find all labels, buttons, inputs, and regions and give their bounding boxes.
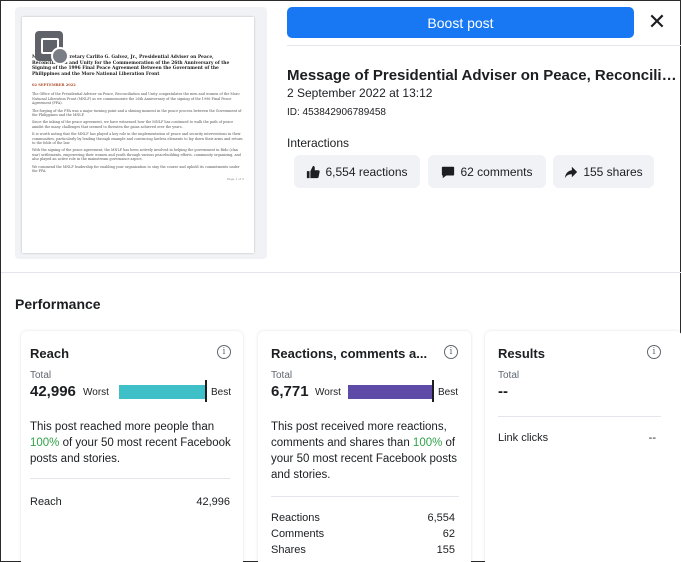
best-label: Best (211, 387, 232, 398)
reach-description: This post reached more people than 100% … (30, 421, 231, 465)
divider (287, 45, 681, 46)
rcs-total: 6,771 (271, 383, 309, 400)
rcs-description: This post received more reactions, comme… (271, 421, 458, 481)
document-paragraph: We commend the MNLF leadership for enabl… (32, 164, 240, 174)
boost-post-button[interactable]: Boost post (287, 7, 634, 38)
info-icon[interactable]: i (444, 345, 458, 359)
divider (30, 478, 230, 479)
share-arrow-icon (565, 166, 578, 178)
results-total: -- (498, 383, 508, 400)
divider (271, 496, 459, 497)
document-paragraph: Since the inking of the peace agreement,… (32, 120, 234, 129)
document-page-number: Page 1 of 2 (227, 177, 244, 182)
worst-label: Worst (83, 387, 109, 398)
section-divider (1, 272, 681, 273)
rcs-row-label: Comments (271, 528, 325, 540)
total-label: Total (498, 370, 520, 381)
reactions-chip[interactable]: 6,554 reactions (294, 155, 420, 188)
rcs-title: Reactions, comments a... (271, 346, 428, 361)
rcs-row-value: 62 (442, 528, 455, 540)
reactions-count: 6,554 reactions (325, 164, 408, 179)
post-thumbnail[interactable]: Message of Secretary Carlito G. Galvez, … (15, 7, 267, 259)
reach-card: Reach i Total 42,996 Worst Best This pos… (21, 331, 243, 562)
rcs-comparison-bar (348, 385, 432, 399)
results-card: Results i Total -- Link clicks -- (485, 331, 681, 562)
rcs-row-label: Shares (271, 544, 306, 556)
worst-label: Worst (315, 387, 341, 398)
image-gallery-icon (35, 31, 69, 65)
comments-count: 62 comments (460, 164, 533, 179)
reach-row-label: Reach (30, 496, 62, 508)
rcs-row-value: 6,554 (427, 512, 455, 524)
best-label: Best (438, 387, 459, 398)
reach-row-value: 42,996 (196, 496, 230, 508)
reach-comparison-bar (119, 385, 205, 399)
thumbs-up-icon (307, 165, 321, 178)
results-title: Results (498, 346, 545, 361)
document-paragraph: The Office of the Presidential Adviser o… (32, 92, 240, 106)
rcs-percentage: 100% (412, 437, 443, 449)
reach-percentage: 100% (30, 437, 60, 449)
shares-chip[interactable]: 155 shares (553, 155, 654, 188)
rcs-row-label: Reactions (271, 512, 320, 524)
shares-count: 155 shares (583, 164, 643, 179)
total-label: Total (271, 370, 293, 381)
document-date: 02 SEPTEMBER 2022 (32, 83, 76, 88)
interactions-heading: Interactions (287, 136, 350, 150)
link-clicks-label: Link clicks (498, 432, 549, 444)
performance-heading: Performance (15, 296, 101, 312)
link-clicks-value: -- (648, 432, 656, 444)
close-icon[interactable]: ✕ (644, 9, 670, 35)
info-icon[interactable]: i (647, 345, 661, 359)
reach-title: Reach (30, 346, 70, 361)
total-label: Total (30, 370, 52, 381)
comments-chip[interactable]: 62 comments (428, 155, 546, 188)
document-paragraph: With the signing of the peace agreement,… (32, 148, 241, 162)
post-title: Message of Presidential Adviser on Peace… (287, 67, 677, 84)
reach-total: 42,996 (30, 383, 76, 400)
best-marker (205, 380, 207, 402)
info-icon[interactable]: i (217, 345, 231, 359)
document-paragraph: The forging of the FPA was a major turni… (32, 108, 242, 117)
divider (498, 416, 661, 417)
post-date: 2 September 2022 at 13:12 (287, 86, 433, 100)
post-id: ID: 453842906789458 (287, 107, 386, 118)
rcs-row-value: 155 (436, 544, 455, 556)
document-paragraph: It is worth noting that the MNLF has pla… (32, 132, 243, 146)
reactions-comments-shares-card: Reactions, comments a... i Total 6,771 W… (258, 331, 471, 562)
best-marker (432, 380, 434, 402)
comment-icon (442, 166, 455, 178)
